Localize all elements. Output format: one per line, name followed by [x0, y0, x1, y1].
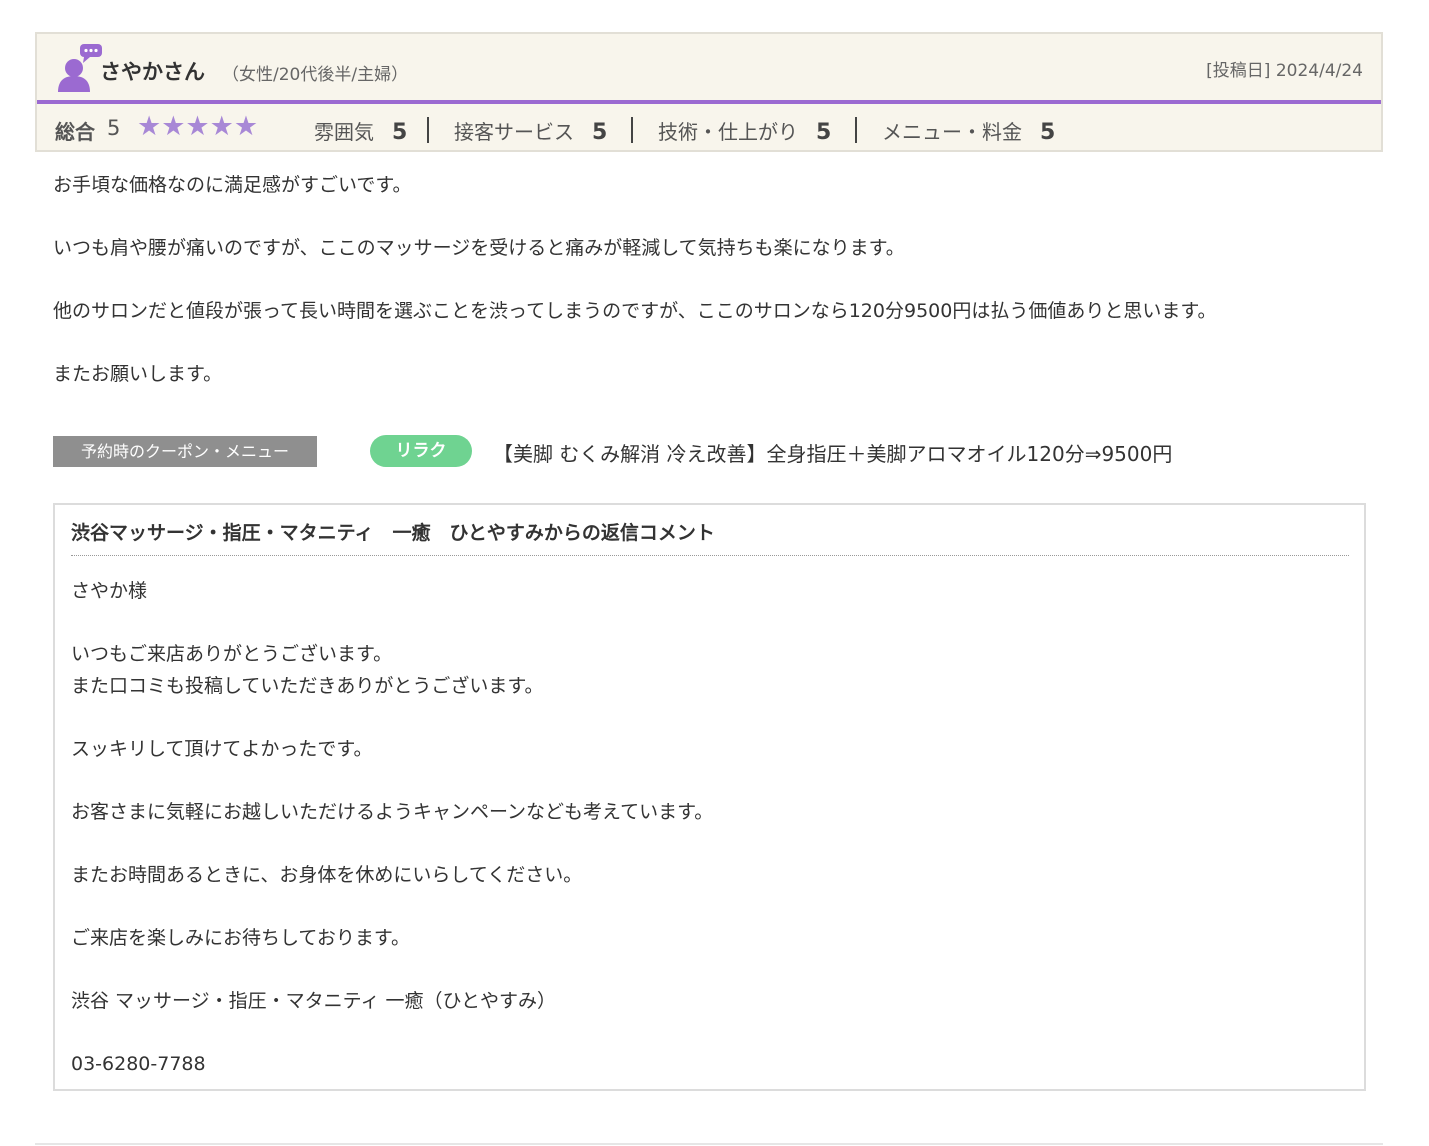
reply-body: さやか様 いつもご来店ありがとうございます。 また口コミも投稿していただきありが…: [71, 575, 1351, 1080]
reply-phone: 03-6280-7788: [71, 1053, 206, 1075]
rating-separator: [631, 117, 633, 143]
overall-score: 5: [107, 116, 121, 140]
rating-service: 接客サービス 5: [454, 116, 607, 145]
review-body: お手頃な価格なのに満足感がすごいです。 いつも肩や腰が痛いのですが、ここのマッサ…: [53, 172, 1373, 424]
rating-label: 技術・仕上がり: [658, 120, 798, 144]
rating-value: 5: [816, 120, 832, 145]
coupon-label: 予約時のクーポン・メニュー: [53, 436, 317, 467]
overall-label: 総合: [55, 120, 95, 144]
rating-value: 5: [392, 120, 408, 145]
coupon-menu-text: 【美脚 むくみ解消 冷え改善】全身指圧＋美脚アロマオイル120分⇒9500円: [493, 442, 1173, 466]
user-speech-bubble-icon: [58, 44, 102, 92]
rating-separator: [855, 117, 857, 143]
reply-signature: 渋谷 マッサージ・指圧・マタニティ 一癒（ひとやすみ）: [71, 990, 556, 1012]
review-paragraph: いつも肩や腰が痛いのですが、ここのマッサージを受けると痛みが軽減して気持ちも楽に…: [53, 237, 905, 259]
review-paragraph: 他のサロンだと値段が張って長い時間を選ぶことを渋ってしまうのですが、ここのサロン…: [53, 300, 1217, 322]
reply-divider: [71, 555, 1349, 556]
rating-value: 5: [1040, 120, 1056, 145]
reply-paragraph: お客さまに気軽にお越しいただけるようキャンペーンなども考えています。: [71, 801, 714, 823]
bottom-divider: [35, 1143, 1383, 1145]
reviewer-name: さやかさん: [100, 60, 205, 84]
reply-paragraph: ご来店を楽しみにお待ちしております。: [71, 927, 410, 949]
rating-technique: 技術・仕上がり 5: [658, 116, 831, 145]
reviewer-attributes: （女性/20代後半/主婦）: [222, 65, 409, 85]
reply-title: 渋谷マッサージ・指圧・マタニティ 一癒 ひとやすみからの返信コメント: [71, 522, 715, 544]
review-paragraph: お手頃な価格なのに満足感がすごいです。: [53, 174, 412, 196]
post-date: [投稿日] 2024/4/24: [1206, 61, 1363, 81]
reply-paragraph: スッキリして頂けてよかったです。: [71, 738, 373, 760]
reply-paragraph: さやか様: [71, 580, 148, 602]
review-header: さやかさん （女性/20代後半/主婦） [投稿日] 2024/4/24 総合 5…: [35, 32, 1383, 152]
rating-label: 接客サービス: [454, 120, 574, 144]
star-rating-icon: ★★★★★: [137, 111, 259, 142]
rating-atmosphere: 雰囲気 5: [314, 116, 407, 145]
rating-label: 雰囲気: [314, 120, 374, 144]
ratings-row: 総合 5 ★★★★★ 雰囲気 5 接客サービス 5 技術・仕上がり 5 メニュー…: [37, 104, 1381, 152]
reply-paragraph: いつもご来店ありがとうございます。 また口コミも投稿していただきありがとうござい…: [71, 643, 544, 697]
reviewer-row: さやかさん （女性/20代後半/主婦） [投稿日] 2024/4/24: [37, 34, 1381, 102]
review-paragraph: またお願いします。: [53, 363, 223, 385]
rating-value: 5: [592, 120, 608, 145]
category-badge: リラク: [370, 435, 472, 467]
reply-paragraph: またお時間あるときに、お身体を休めにいらしてください。: [71, 864, 583, 886]
reply-comment-box: 渋谷マッサージ・指圧・マタニティ 一癒 ひとやすみからの返信コメント さやか様 …: [53, 503, 1366, 1091]
rating-label: メニュー・料金: [882, 120, 1022, 144]
rating-menu-price: メニュー・料金 5: [882, 116, 1055, 145]
rating-separator: [427, 117, 429, 143]
